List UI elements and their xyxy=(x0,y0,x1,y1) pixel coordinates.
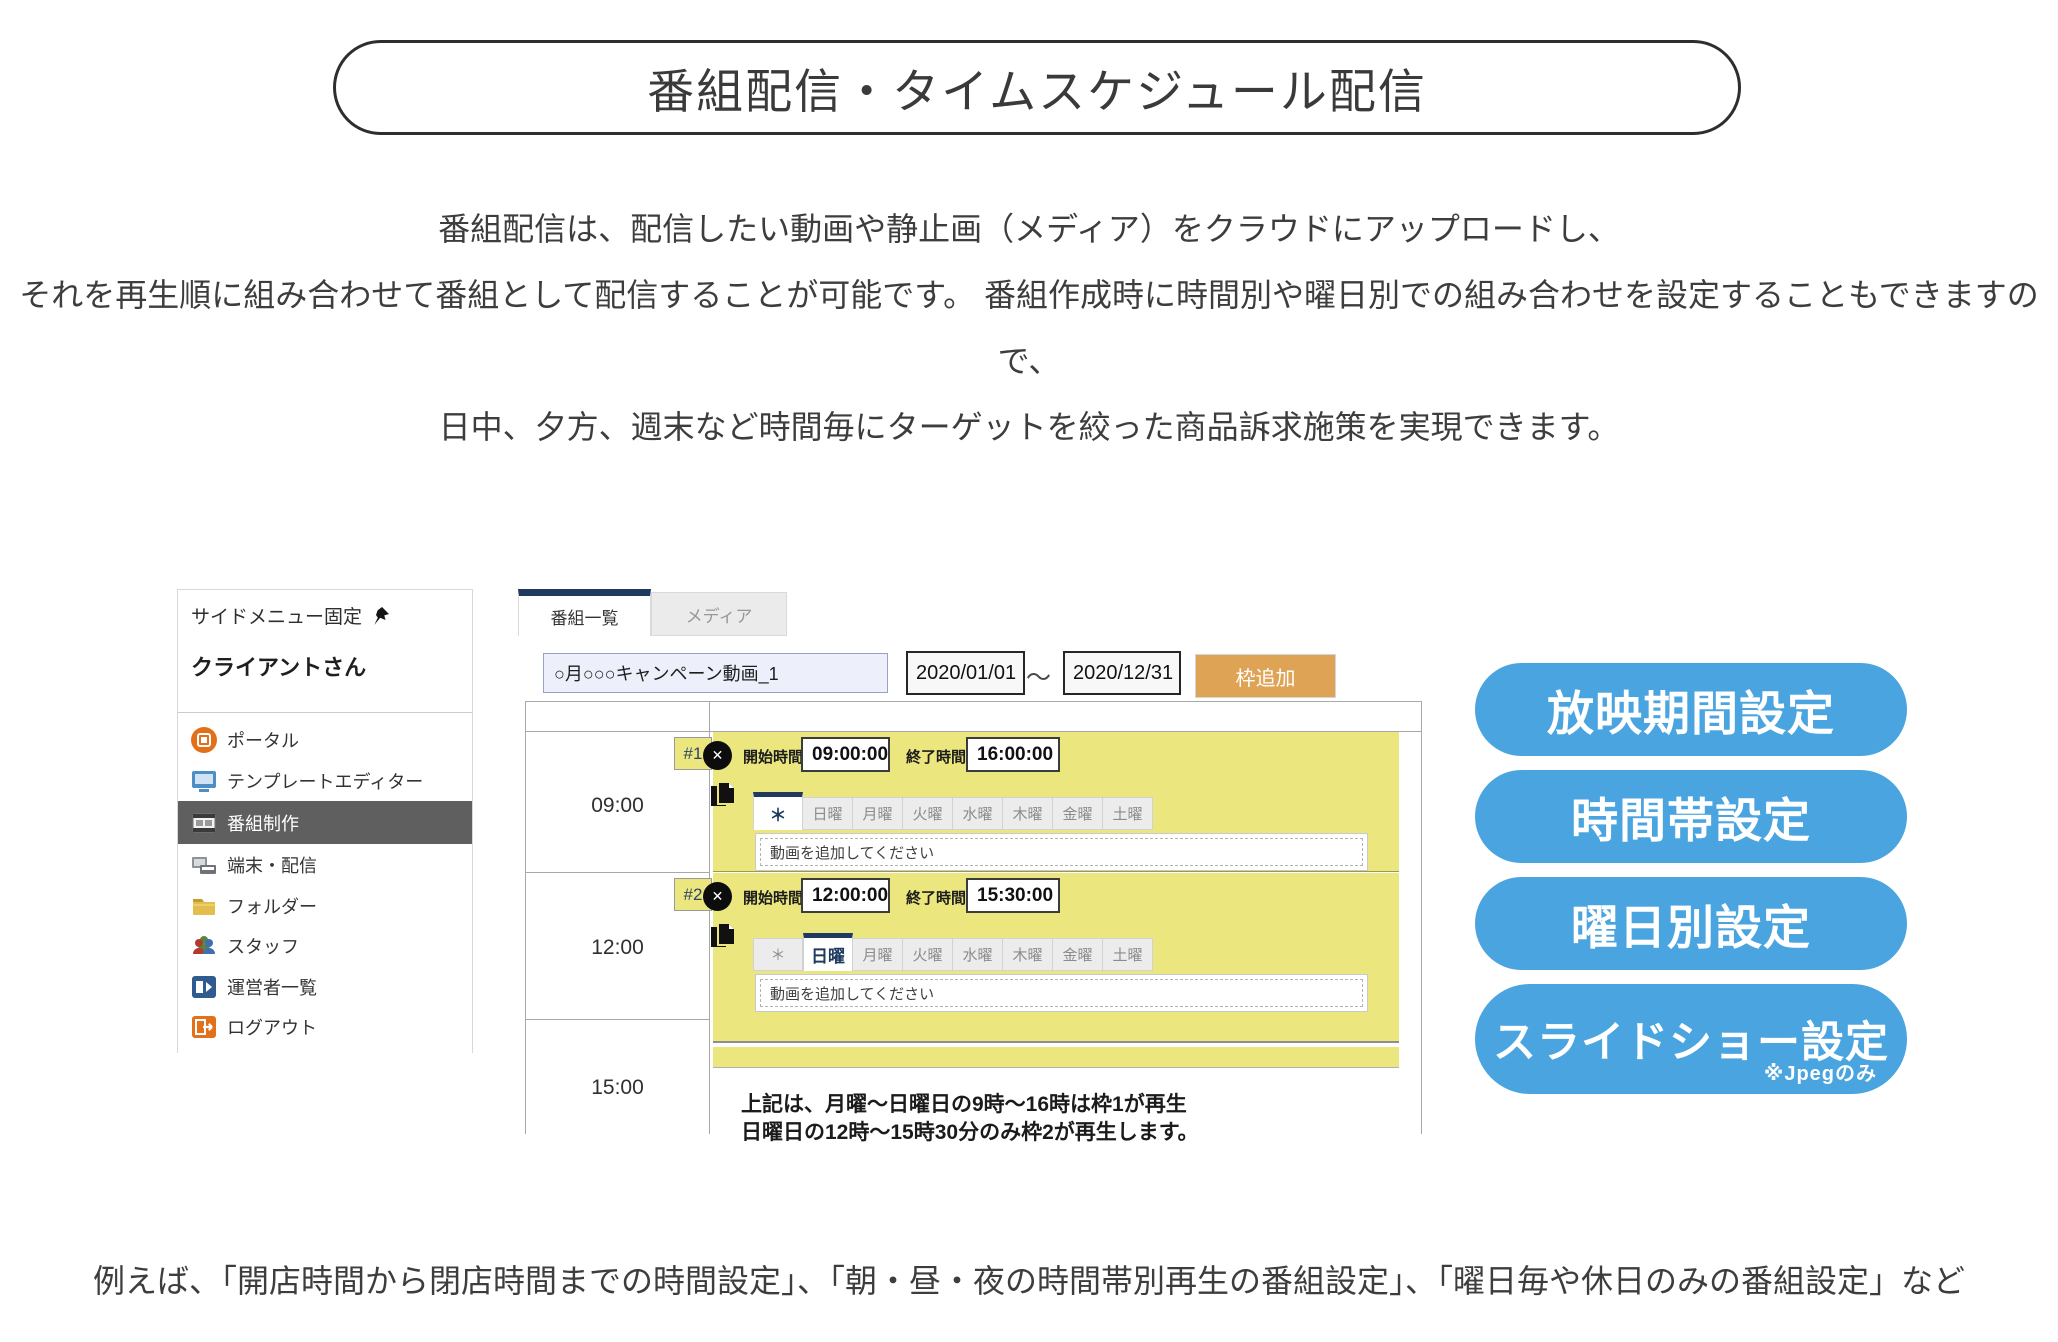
day-tab-bar: ＊ 日曜 月曜 火曜 水曜 木曜 金曜 土曜 xyxy=(753,933,1153,971)
intro-line: 日中、夕方、週末など時間毎にターゲットを絞った商品訴求施策を実現できます。 xyxy=(0,394,2058,460)
sidebar-pin-row[interactable]: サイドメニュー固定 xyxy=(191,602,390,629)
end-time-label: 終了時間 xyxy=(906,746,966,767)
feature-pill-day-of-week: 曜日別設定 xyxy=(1475,877,1907,970)
feature-pill-slideshow: スライドショー設定 ※Jpegのみ xyxy=(1475,984,1907,1094)
start-time-input[interactable]: 12:00:00 xyxy=(801,878,890,913)
end-time-input[interactable]: 16:00:00 xyxy=(966,737,1060,772)
copy-icon[interactable] xyxy=(710,780,737,808)
frame-block-2-tail xyxy=(713,1047,1399,1068)
schedule-grid: 09:00 12:00 15:00 #1 開始時間 09:00:00 終了時間 … xyxy=(525,701,1422,1134)
day-tab-mon[interactable]: 月曜 xyxy=(853,797,903,830)
frame-block-2: #2 開始時間 12:00:00 終了時間 15:30:00 ＊ 日曜 月曜 火… xyxy=(713,873,1399,1043)
schedule-note-line: 日曜日の12時〜15時30分のみ枠2が再生します。 xyxy=(741,1116,1199,1146)
start-time-input[interactable]: 09:00:00 xyxy=(801,737,890,772)
template-editor-icon xyxy=(191,768,217,794)
add-frame-button[interactable]: 枠追加 xyxy=(1195,654,1336,698)
sidebar-divider xyxy=(178,712,472,713)
sidebar-item-label: スタッフ xyxy=(227,933,299,959)
media-add-input[interactable]: 動画を追加してください xyxy=(755,974,1368,1012)
day-tab-sat[interactable]: 土曜 xyxy=(1103,797,1153,830)
day-tab-tue[interactable]: 火曜 xyxy=(903,938,953,971)
media-add-placeholder: 動画を追加してください xyxy=(760,838,1363,866)
feature-pill-broadcast-period: 放映期間設定 xyxy=(1475,663,1907,756)
sidebar-item-staff[interactable]: スタッフ xyxy=(178,925,472,966)
day-tab-fri[interactable]: 金曜 xyxy=(1053,938,1103,971)
sidebar-item-label: フォルダー xyxy=(227,893,317,919)
logout-icon xyxy=(191,1014,217,1040)
client-name: クライアントさん xyxy=(191,650,366,682)
program-name-input[interactable]: ○月○○○キャンペーン動画_1 xyxy=(543,653,888,693)
folder-icon xyxy=(191,893,217,919)
program-production-icon xyxy=(191,810,217,836)
sidebar-item-label: テンプレートエディター xyxy=(227,768,423,794)
day-tab-sat[interactable]: 土曜 xyxy=(1103,938,1153,971)
intro-line: で、 xyxy=(0,328,2058,394)
day-tab-thu[interactable]: 木曜 xyxy=(1003,797,1053,830)
schedule-note-line: 上記は、月曜〜日曜日の9時〜16時は枠1が再生 xyxy=(741,1088,1187,1118)
sidebar-item-label: ログアウト xyxy=(227,1014,317,1040)
time-label-15: 15:00 xyxy=(526,1076,709,1100)
copy-icon[interactable] xyxy=(710,921,737,949)
date-from-input[interactable]: 2020/01/01 xyxy=(906,651,1025,695)
sidebar-item-operator-list[interactable]: 運営者一覧 xyxy=(178,966,472,1007)
date-to-input[interactable]: 2020/12/31 xyxy=(1063,651,1181,695)
date-range-separator: ～ xyxy=(1026,658,1051,694)
day-tab-all[interactable]: ＊ xyxy=(753,938,803,971)
end-time-label: 終了時間 xyxy=(906,887,966,908)
feature-pill-time-band: 時間帯設定 xyxy=(1475,770,1907,863)
close-icon[interactable] xyxy=(703,741,732,770)
grid-row-line xyxy=(526,1019,709,1020)
grid-row-line xyxy=(526,872,709,873)
sidebar-item-folder[interactable]: フォルダー xyxy=(178,885,472,926)
media-add-input[interactable]: 動画を追加してください xyxy=(755,833,1368,871)
tab-program-list[interactable]: 番組一覧 xyxy=(518,589,651,636)
sidebar-item-label: 番組制作 xyxy=(227,810,299,836)
sidebar-item-template-editor[interactable]: テンプレートエディター xyxy=(178,760,472,801)
sidebar-item-label: 運営者一覧 xyxy=(227,974,317,1000)
portal-icon xyxy=(191,727,217,753)
sidebar-item-label: 端末・配信 xyxy=(227,852,317,878)
intro-line: それを再生順に組み合わせて番組として配信することが可能です。 番組作成時に時間別… xyxy=(0,262,2058,328)
sidebar-item-label: ポータル xyxy=(227,727,299,753)
day-tab-wed[interactable]: 水曜 xyxy=(953,938,1003,971)
footer-examples: 例えば、「開店時間から閉店時間までの時間設定」、「朝・昼・夜の時間帯別再生の番組… xyxy=(0,1256,2058,1302)
day-tab-thu[interactable]: 木曜 xyxy=(1003,938,1053,971)
tab-media[interactable]: メディア xyxy=(651,592,787,636)
close-icon[interactable] xyxy=(703,882,732,911)
start-time-label: 開始時間 xyxy=(743,746,803,767)
app-sidebar: サイドメニュー固定 クライアントさん ポータル テンプレートエディター 番組制作 xyxy=(177,589,473,1053)
sidebar-item-logout[interactable]: ログアウト xyxy=(178,1006,472,1047)
start-time-label: 開始時間 xyxy=(743,887,803,908)
operator-list-icon xyxy=(191,974,217,1000)
frame-block-1: #1 開始時間 09:00:00 終了時間 16:00:00 ＊ 日曜 月曜 火… xyxy=(713,732,1399,872)
day-tab-sun[interactable]: 日曜 xyxy=(803,933,853,971)
media-add-placeholder: 動画を追加してください xyxy=(760,979,1363,1007)
end-time-input[interactable]: 15:30:00 xyxy=(966,878,1060,913)
day-tab-wed[interactable]: 水曜 xyxy=(953,797,1003,830)
day-tab-mon[interactable]: 月曜 xyxy=(853,938,903,971)
sidebar-item-terminal-delivery[interactable]: 端末・配信 xyxy=(178,844,472,885)
time-label-12: 12:00 xyxy=(526,936,709,960)
day-tab-sun[interactable]: 日曜 xyxy=(803,797,853,830)
sidebar-pin-label: サイドメニュー固定 xyxy=(191,602,362,629)
staff-icon xyxy=(191,933,217,959)
sidebar-item-portal[interactable]: ポータル xyxy=(178,719,472,760)
schedule-header-row xyxy=(526,702,1421,732)
day-tab-tue[interactable]: 火曜 xyxy=(903,797,953,830)
page: 番組配信・タイムスケジュール配信 番組配信は、配信したい動画や静止画（メディア）… xyxy=(0,0,2058,1342)
pushpin-icon[interactable] xyxy=(370,606,390,626)
terminal-delivery-icon xyxy=(191,852,217,878)
intro-line: 番組配信は、配信したい動画や静止画（メディア）をクラウドにアップロードし、 xyxy=(0,196,2058,262)
day-tab-all[interactable]: ＊ xyxy=(753,792,803,830)
sidebar-item-program-production[interactable]: 番組制作 xyxy=(178,801,472,844)
page-title: 番組配信・タイムスケジュール配信 xyxy=(333,40,1741,135)
day-tab-fri[interactable]: 金曜 xyxy=(1053,797,1103,830)
time-label-09: 09:00 xyxy=(526,794,709,818)
day-tab-bar: ＊ 日曜 月曜 火曜 水曜 木曜 金曜 土曜 xyxy=(753,792,1153,830)
intro-paragraph: 番組配信は、配信したい動画や静止画（メディア）をクラウドにアップロードし、 それ… xyxy=(0,196,2058,460)
feature-pill-note: ※Jpegのみ xyxy=(1764,1057,1877,1086)
